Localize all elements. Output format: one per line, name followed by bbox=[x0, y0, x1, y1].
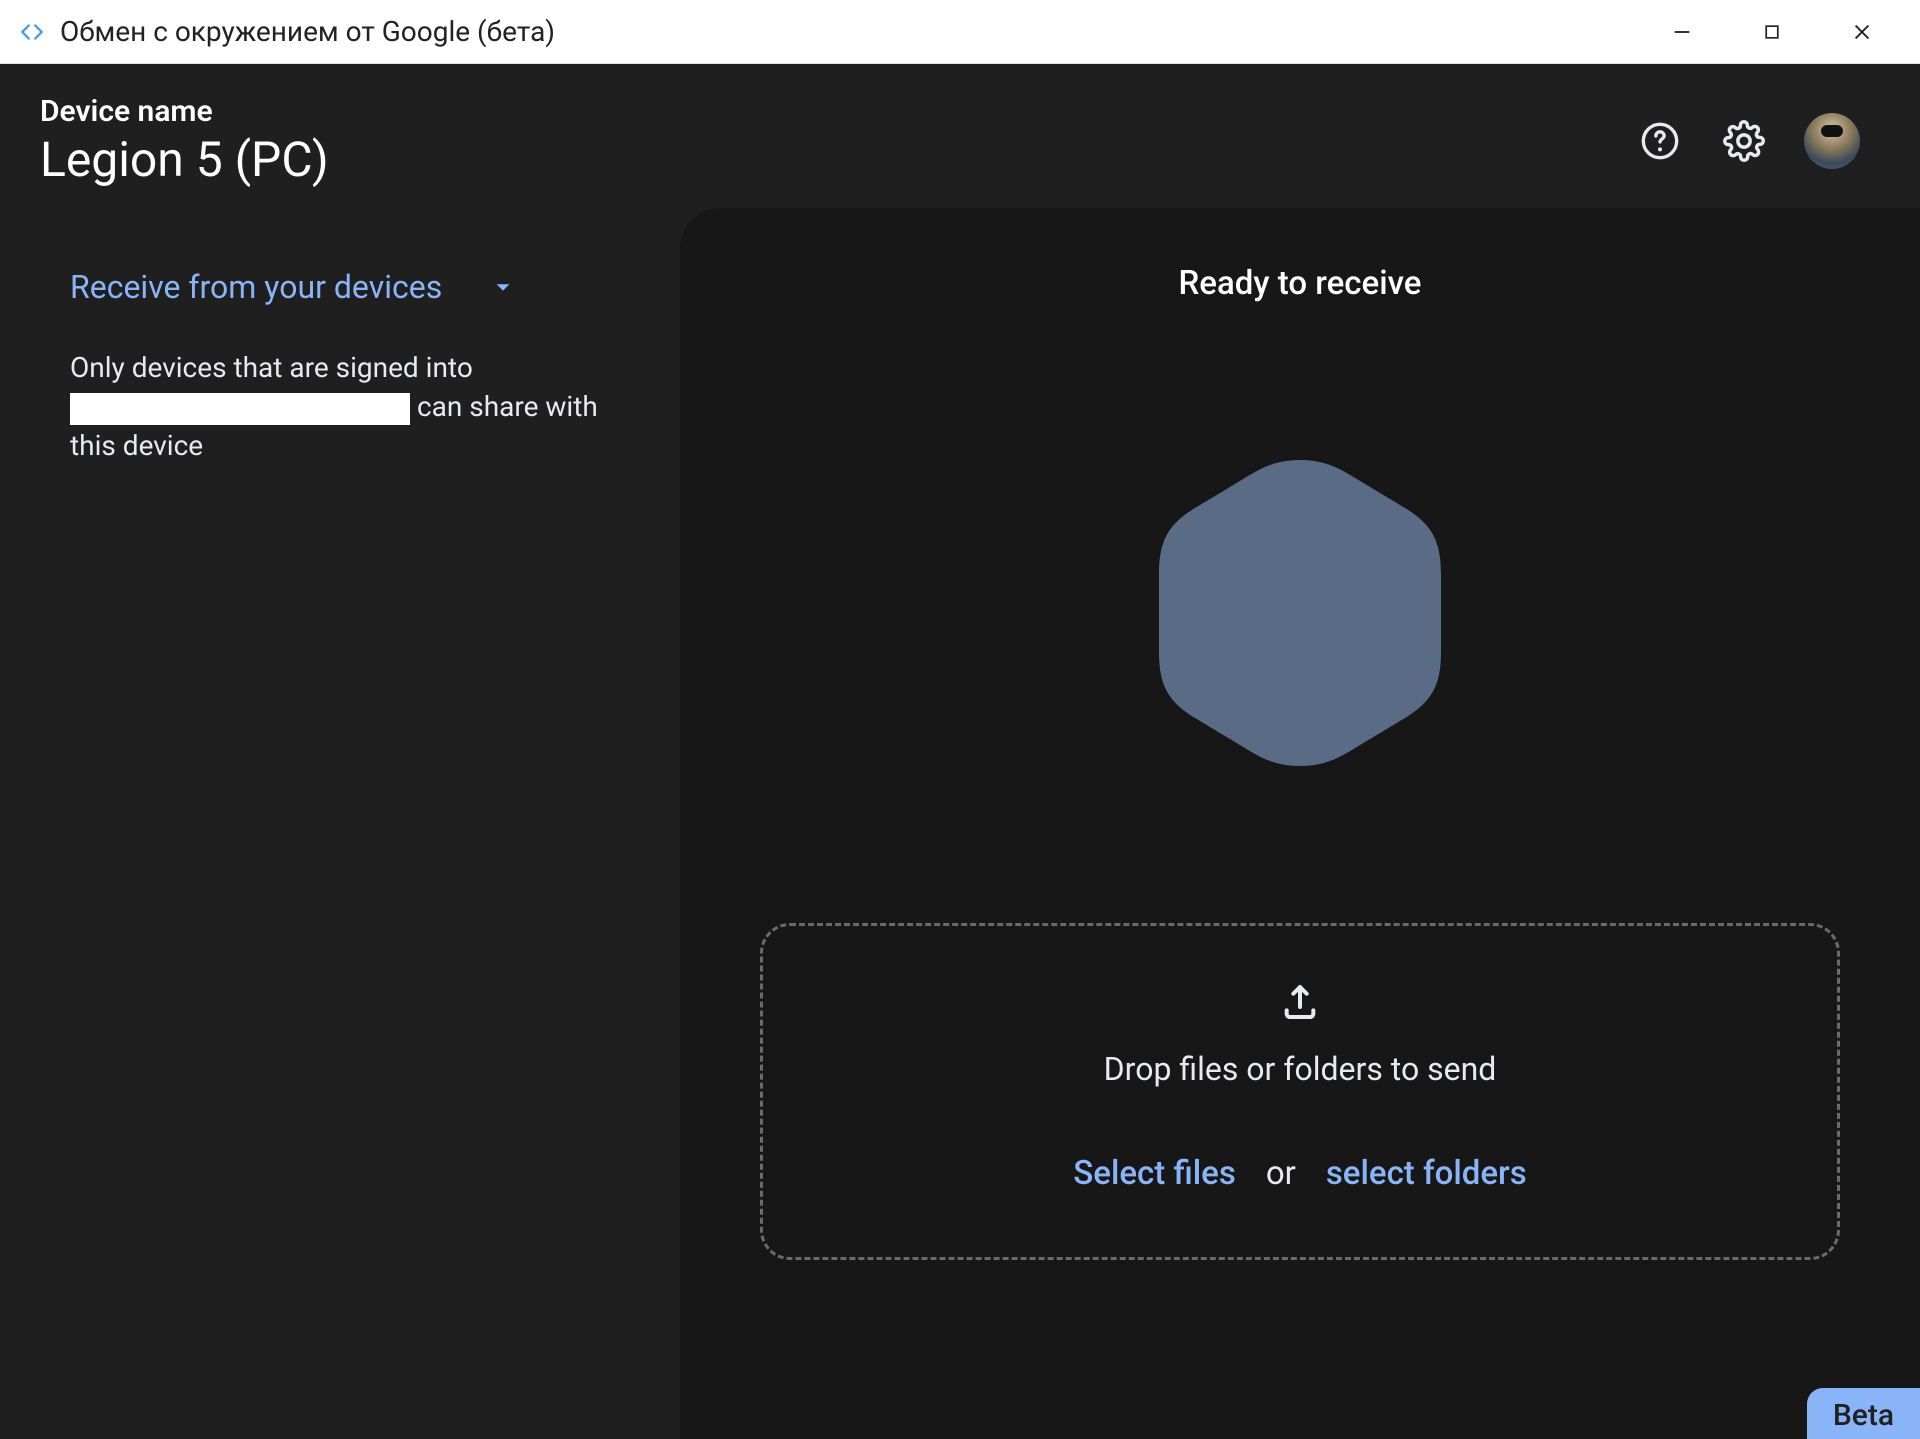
app-icon bbox=[18, 18, 46, 46]
drop-zone[interactable]: Drop files or folders to send Select fil… bbox=[760, 923, 1840, 1260]
window-titlebar: Обмен с окружением от Google (бета) bbox=[0, 0, 1920, 64]
or-text: or bbox=[1266, 1154, 1296, 1193]
account-avatar[interactable] bbox=[1804, 113, 1860, 169]
settings-button[interactable] bbox=[1720, 117, 1768, 165]
right-panel: Ready to receive Drop files or folders t… bbox=[680, 208, 1920, 1439]
main-content: Receive from your devices Only devices t… bbox=[0, 198, 1920, 1439]
receive-mode-label: Receive from your devices bbox=[70, 268, 442, 306]
device-block: Device name Legion 5 (PC) bbox=[40, 94, 1636, 188]
minimize-button[interactable] bbox=[1652, 12, 1712, 52]
receive-mode-dropdown[interactable]: Receive from your devices bbox=[40, 268, 640, 306]
receive-mode-description: Only devices that are signed into can sh… bbox=[40, 348, 600, 466]
desc-text-before: Only devices that are signed into bbox=[70, 351, 473, 384]
help-icon bbox=[1640, 121, 1680, 161]
window-controls bbox=[1652, 12, 1892, 52]
maximize-button[interactable] bbox=[1742, 12, 1802, 52]
hexagon-graphic bbox=[1150, 453, 1450, 773]
select-row: Select files or select folders bbox=[1073, 1154, 1526, 1193]
app-header: Device name Legion 5 (PC) bbox=[0, 64, 1920, 198]
help-button[interactable] bbox=[1636, 117, 1684, 165]
left-panel: Receive from your devices Only devices t… bbox=[40, 198, 680, 1439]
upload-icon bbox=[1280, 982, 1320, 1026]
gear-icon bbox=[1723, 120, 1765, 162]
chevron-down-icon bbox=[492, 268, 514, 306]
select-folders-link[interactable]: select folders bbox=[1326, 1154, 1527, 1193]
window-title: Обмен с окружением от Google (бета) bbox=[60, 15, 1652, 48]
ready-title: Ready to receive bbox=[1179, 264, 1422, 303]
app-body: Device name Legion 5 (PC) bbox=[0, 64, 1920, 1439]
beta-badge: Beta bbox=[1807, 1388, 1920, 1439]
redacted-email bbox=[70, 393, 410, 425]
device-name-label: Device name bbox=[40, 94, 1636, 129]
header-actions bbox=[1636, 113, 1860, 169]
drop-text: Drop files or folders to send bbox=[1104, 1050, 1497, 1088]
close-button[interactable] bbox=[1832, 12, 1892, 52]
select-files-link[interactable]: Select files bbox=[1073, 1154, 1236, 1193]
device-name-value: Legion 5 (PC) bbox=[40, 131, 1636, 188]
